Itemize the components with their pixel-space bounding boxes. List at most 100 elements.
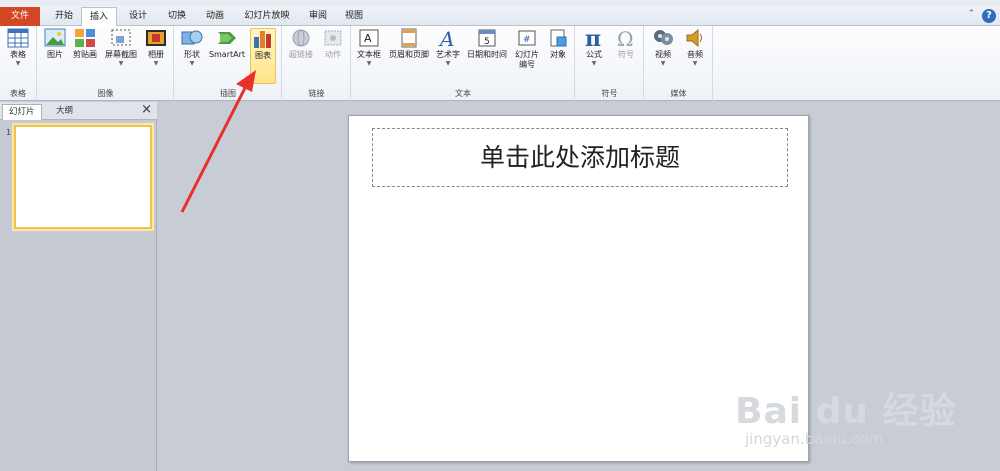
group-label-tables: 表格 [10,89,26,98]
tab-slideshow[interactable]: 幻灯片放映 [238,7,296,26]
equation-button[interactable]: π 公式 ▼ [580,28,608,68]
object-button[interactable]: 对象 [544,28,572,60]
textbox-button[interactable]: A 文本框 ▼ [354,28,384,68]
title-placeholder[interactable]: 单击此处添加标题 [372,128,788,187]
smartart-label: SmartArt [208,50,246,59]
shapes-icon [181,30,203,45]
close-pane-icon[interactable]: × [141,103,152,117]
watermark-logo: Bai du 经验 [735,391,957,432]
album-button[interactable]: 相册 ▼ [142,28,170,68]
watermark-site: jingyan.baidu.com [745,430,884,448]
picture-button[interactable]: 图片 [42,28,68,60]
svg-text:π: π [585,28,601,48]
speaker-icon [686,28,702,48]
tab-home[interactable]: 开始 [48,7,80,26]
smartart-icon [218,32,236,44]
baidu-jingyan-watermark: Bai du 经验 jingyan.baidu.com [735,382,980,462]
tab-insert[interactable]: 插入 [81,7,117,27]
video-button[interactable]: 视频 ▼ [649,28,677,68]
hyperlink-label: 超链接 [289,50,313,59]
slide-number-label-line2: 编号 [519,60,535,69]
svg-text:A: A [364,32,372,45]
tab-view[interactable]: 视图 [339,7,369,26]
action-icon [324,30,342,46]
tab-review[interactable]: 审阅 [303,7,333,26]
ribbon: 表格 ▼ 表格 图片 剪贴画 屏幕截图 ▼ 相册 ▼ 图像 形状 ▼ Smart… [0,26,1000,101]
calendar-icon: 5 [478,29,496,47]
svg-text:A: A [438,28,454,48]
group-label-symbols: 符号 [601,89,618,98]
group-label-media: 媒体 [670,89,687,98]
group-media: 视频 ▼ 音频 ▼ 媒体 [645,26,713,101]
group-label-links: 链接 [308,89,325,98]
chevron-down-icon: ▼ [692,60,698,67]
group-illustrations: 形状 ▼ SmartArt 图表 插图 [175,26,282,101]
group-tables: 表格 ▼ 表格 [0,26,37,101]
group-links: 超链接 动作 链接 [283,26,351,101]
action-button[interactable]: 动作 [319,28,347,60]
wordart-button[interactable]: A 艺术字 ▼ [434,28,462,68]
chevron-down-icon: ▼ [445,60,451,67]
datetime-button[interactable]: 5 日期和时间 [464,28,510,60]
screenshot-label: 屏幕截图 [105,50,137,59]
clipart-label: 剪贴画 [73,50,97,59]
film-reel-icon [654,30,673,45]
group-images: 图片 剪贴画 屏幕截图 ▼ 相册 ▼ 图像 [38,26,174,101]
slides-pane: 幻灯片 大纲 × 1 [0,102,157,471]
symbol-button[interactable]: Ω 符号 [612,28,640,60]
omega-icon: Ω [617,28,634,48]
object-label: 对象 [550,50,566,59]
shapes-label: 形状 [184,50,200,59]
shapes-button[interactable]: 形状 ▼ [179,28,205,68]
tab-design[interactable]: 设计 [121,7,155,26]
table-icon [7,28,29,48]
datetime-label: 日期和时间 [467,50,507,59]
tab-file[interactable]: 文件 [0,7,40,26]
slide-number-label-line1: 幻灯片 [515,50,539,59]
header-footer-label: 页眉和页脚 [389,50,429,59]
wordart-label: 艺术字 [436,50,460,59]
slide-thumbnail[interactable] [14,125,152,229]
pi-icon: π [585,28,601,48]
object-icon [550,29,567,47]
textbox-icon: A [359,29,379,47]
slide-thumbnail-number: 1 [6,128,12,137]
screenshot-button[interactable]: 屏幕截图 ▼ [102,28,140,68]
video-label: 视频 [655,50,671,59]
hyperlink-button[interactable]: 超链接 [286,28,316,60]
chevron-down-icon: ▼ [660,60,666,67]
tab-outline[interactable]: 大纲 [50,104,79,120]
album-label: 相册 [148,50,164,59]
chevron-down-icon: ▼ [189,60,195,67]
minimize-ribbon-icon[interactable]: ⌃ [968,9,976,19]
chevron-down-icon: ▼ [591,60,597,67]
chart-button[interactable]: 图表 [250,28,276,84]
photo-album-icon [146,30,166,46]
textbox-label: 文本框 [357,50,381,59]
tab-animations[interactable]: 动画 [198,7,232,26]
tab-transitions[interactable]: 切换 [160,7,194,26]
bar-chart-icon [254,31,271,48]
chevron-down-icon: ▼ [15,60,21,67]
chevron-down-icon: ▼ [366,60,372,67]
tab-slides[interactable]: 幻灯片 [2,104,42,120]
chart-label: 图表 [255,51,271,60]
slide-number-button[interactable]: # 幻灯片 编号 [512,28,542,70]
slide-number-icon: # [518,30,536,46]
ribbon-tab-bar: 文件 开始 插入 设计 切换 动画 幻灯片放映 审阅 视图 ⌃ ? [0,6,1000,27]
table-label: 表格 [10,50,26,59]
group-text: A 文本框 ▼ 页眉和页脚 A 艺术字 ▼ 5 日期和时间 # 幻灯片 编号 对… [352,26,575,101]
svg-text:5: 5 [484,37,490,47]
audio-button[interactable]: 音频 ▼ [681,28,709,68]
clipart-button[interactable]: 剪贴画 [70,28,100,60]
table-button[interactable]: 表格 ▼ [3,28,33,68]
picture-icon [44,28,66,47]
header-footer-button[interactable]: 页眉和页脚 [386,28,432,60]
help-icon[interactable]: ? [982,9,996,23]
group-label-images: 图像 [97,89,114,98]
group-label-illustrations: 插图 [220,89,236,98]
symbol-label: 符号 [618,50,634,59]
svg-text:Ω: Ω [617,28,634,48]
smartart-button[interactable]: SmartArt [207,28,247,60]
picture-label: 图片 [47,50,63,59]
